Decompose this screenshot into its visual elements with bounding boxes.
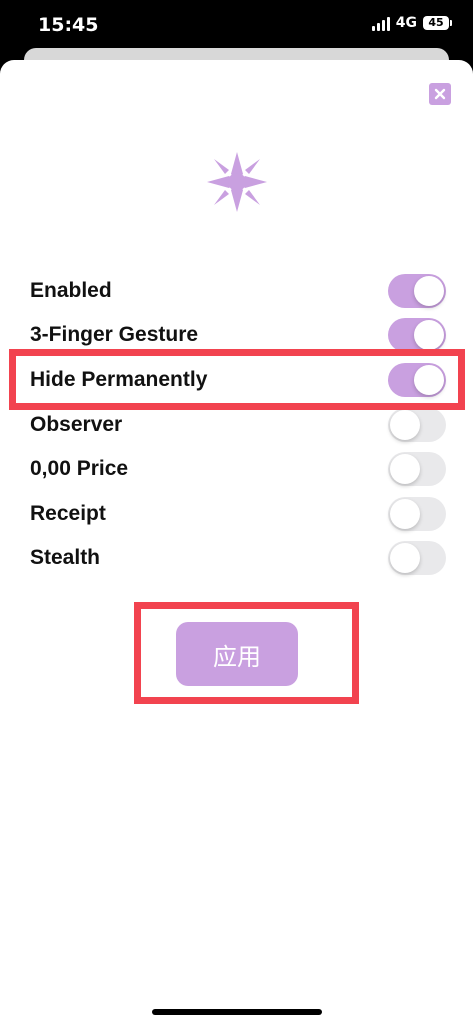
signal-icon	[371, 15, 390, 31]
setting-label: 0,00 Price	[30, 457, 129, 480]
toggle-observer[interactable]	[388, 408, 446, 442]
highlight-box-apply	[134, 602, 359, 704]
toggle-knob	[414, 276, 444, 306]
toggle-price[interactable]	[388, 452, 446, 486]
setting-row-stealth: Stealth	[30, 540, 446, 576]
star-burst-icon	[207, 152, 267, 212]
setting-row-price: 0,00 Price	[30, 451, 446, 487]
setting-label: Receipt	[30, 502, 106, 525]
status-indicators: 4G 45	[371, 15, 452, 31]
toggle-knob	[414, 320, 444, 350]
home-indicator	[152, 1009, 322, 1015]
network-type: 4G	[395, 15, 417, 31]
setting-label: Enabled	[30, 279, 112, 302]
highlight-box-hide-permanently	[9, 349, 465, 410]
battery-icon: 45	[423, 16, 452, 30]
setting-row-enabled: Enabled	[30, 273, 446, 309]
toggle-knob	[390, 543, 420, 573]
toggle-receipt[interactable]	[388, 497, 446, 531]
setting-label: Observer	[30, 413, 123, 436]
setting-row-3-finger-gesture: 3-Finger Gesture	[30, 317, 446, 353]
status-time: 15:45	[38, 14, 99, 36]
close-icon	[434, 88, 446, 100]
setting-label: Stealth	[30, 546, 101, 569]
toggle-knob	[390, 454, 420, 484]
toggle-knob	[390, 410, 420, 440]
toggle-stealth[interactable]	[388, 541, 446, 575]
close-button[interactable]	[429, 83, 451, 105]
toggle-knob	[390, 499, 420, 529]
status-bar: 15:45 4G 45	[0, 0, 473, 50]
setting-label: 3-Finger Gesture	[30, 323, 199, 346]
toggle-3-finger-gesture[interactable]	[388, 318, 446, 352]
setting-row-receipt: Receipt	[30, 496, 446, 532]
setting-row-observer: Observer	[30, 407, 446, 443]
toggle-enabled[interactable]	[388, 274, 446, 308]
